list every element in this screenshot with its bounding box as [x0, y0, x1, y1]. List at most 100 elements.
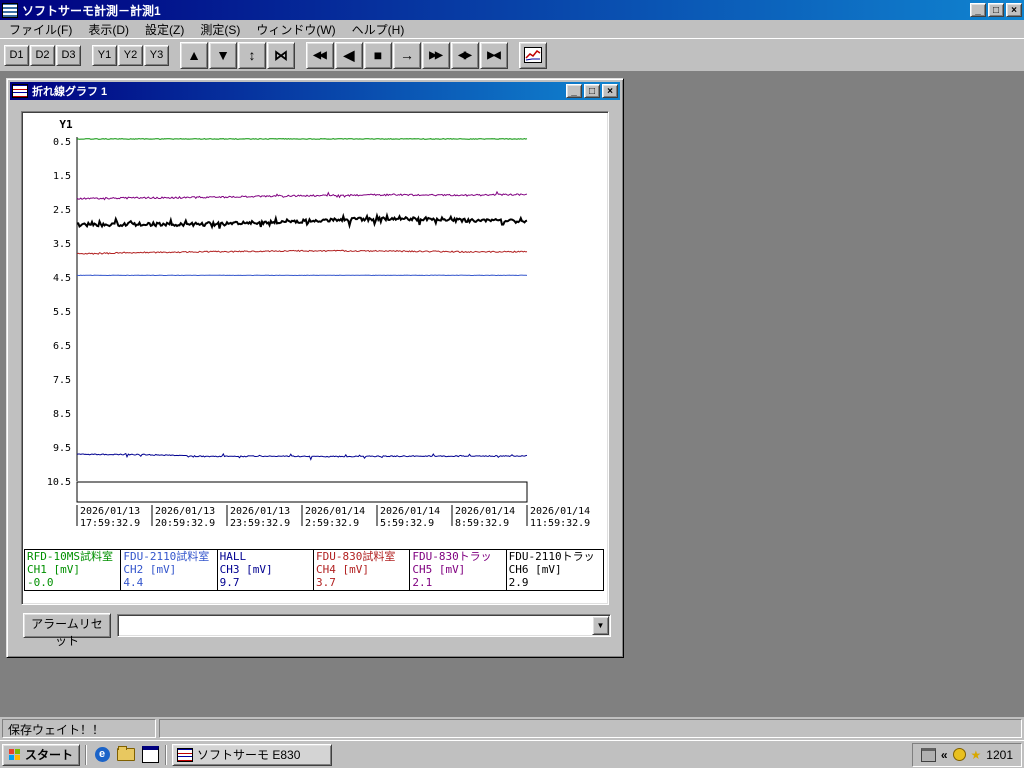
taskbar-app-button[interactable]: ソフトサーモ E830 — [172, 743, 333, 766]
svg-text:8.5: 8.5 — [53, 409, 71, 420]
menu-item-view[interactable]: 表示(D) — [80, 20, 137, 39]
svg-text:2026/01/14: 2026/01/14 — [455, 506, 515, 517]
taskbar-divider-2 — [165, 744, 168, 765]
menu-item-file[interactable]: ファイル(F) — [1, 20, 80, 39]
svg-text:6.5: 6.5 — [53, 341, 71, 352]
svg-text:1.5: 1.5 — [53, 171, 71, 182]
svg-text:10.5: 10.5 — [47, 477, 71, 488]
legend-ch2: FDU-2110試料室 CH2 [mV] 4.4 — [121, 550, 218, 590]
legend-ch1: RFD-10MS試料室 CH1 [mV] -0.0 — [25, 550, 122, 590]
toolbar-compress-x[interactable]: ▶◀ — [480, 41, 508, 69]
toolbar-d1[interactable]: D1 — [4, 44, 29, 66]
svg-text:20:59:32.9: 20:59:32.9 — [155, 518, 215, 529]
graph-window-content: Y1 0.5 1.5 2.5 3.5 4.5 5.5 6.5 7.5 8.5 9.5 10.5 2026… — [9, 101, 621, 653]
legend-ch5: FDU-830トラッ CH5 [mV] 2.1 — [410, 550, 507, 590]
toolbar-d2[interactable]: D2 — [30, 44, 55, 66]
system-tray: « ★ 1201 — [911, 742, 1022, 767]
toolbar-scroll-up[interactable]: ▲ — [180, 41, 208, 69]
toolbar-compress-y[interactable]: ⋈ — [267, 41, 295, 69]
toolbar: D1 D2 D3 Y1 Y2 Y3 ▲ ▼ ↕ ⋈ ◀◀ ◀ ■ → ▶▶ ◀▶ ▶◀ — [0, 38, 1024, 71]
status-bar: 保存ウェイト！！ — [0, 717, 1024, 740]
svg-text:2026/01/14: 2026/01/14 — [305, 506, 365, 517]
taskbar: スタート e ソフトサーモ E830 « ★ 1201 — [0, 740, 1024, 768]
legend-ch3: HALL CH3 [mV] 9.7 — [218, 550, 314, 590]
svg-text:11:59:32.9: 11:59:32.9 — [530, 518, 590, 529]
svg-text:7.5: 7.5 — [53, 375, 71, 386]
main-title-bar: ソフトサーモ計測－計測1 _ □ × — [0, 0, 1024, 20]
chart-legend: RFD-10MS試料室 CH1 [mV] -0.0 FDU-2110試料室 CH2 [m… — [24, 549, 604, 591]
tray-star-icon[interactable]: ★ — [971, 749, 982, 761]
graph-minimize-button[interactable]: _ — [566, 84, 582, 98]
svg-text:2.5: 2.5 — [53, 205, 71, 216]
graph-maximize-button[interactable]: □ — [584, 84, 600, 98]
minimize-button[interactable]: _ — [970, 3, 986, 17]
toolbar-play-forward[interactable]: → — [393, 41, 421, 69]
menu-bar: ファイル(F) 表示(D) 設定(Z) 測定(S) ウィンドウ(W) ヘルプ(H) — [0, 20, 1024, 38]
chart-panel: Y1 0.5 1.5 2.5 3.5 4.5 5.5 6.5 7.5 8.5 9.5 10.5 2026… — [21, 111, 609, 605]
graph-window-title: 折れ線グラフ 1 — [32, 86, 108, 98]
task-app-label: ソフトサーモ E830 — [197, 748, 301, 762]
graph-close-button[interactable]: × — [602, 84, 618, 98]
toolbar-fast-rewind[interactable]: ◀◀ — [306, 41, 334, 69]
app-icon — [2, 2, 18, 18]
combo-dropdown-button[interactable]: ▼ — [592, 616, 609, 635]
svg-text:3.5: 3.5 — [53, 239, 71, 250]
svg-text:17:59:32.9: 17:59:32.9 — [80, 518, 140, 529]
menu-item-settings[interactable]: 設定(Z) — [137, 20, 192, 39]
toolbar-step-back[interactable]: ◀ — [335, 41, 363, 69]
toolbar-graph-window-button[interactable] — [519, 41, 547, 69]
svg-text:2026/01/13: 2026/01/13 — [80, 506, 140, 517]
tray-volume-icon[interactable] — [952, 748, 966, 761]
internet-explorer-icon[interactable]: e — [92, 745, 112, 765]
alarm-reset-button[interactable]: アラームリセット — [23, 613, 111, 648]
svg-text:2026/01/14: 2026/01/14 — [380, 506, 440, 517]
folder-icon[interactable] — [116, 745, 136, 765]
toolbar-y3[interactable]: Y3 — [144, 44, 169, 66]
menu-item-window[interactable]: ウィンドウ(W) — [248, 20, 343, 39]
svg-text:Y1: Y1 — [59, 118, 73, 131]
status-spare — [159, 719, 1022, 738]
svg-text:0.5: 0.5 — [53, 137, 71, 148]
svg-text:9.5: 9.5 — [53, 443, 71, 454]
toolbar-fast-forward[interactable]: ▶▶ — [422, 41, 450, 69]
svg-text:5.5: 5.5 — [53, 307, 71, 318]
maximize-button[interactable]: □ — [988, 3, 1004, 17]
legend-ch4: FDU-830試料室 CH4 [mV] 3.7 — [314, 550, 411, 590]
status-message: 保存ウェイト！！ — [2, 719, 156, 738]
toolbar-y1[interactable]: Y1 — [92, 44, 117, 66]
quick-launch: e — [92, 745, 160, 765]
combo-value — [118, 615, 591, 636]
menu-item-help[interactable]: ヘルプ(H) — [344, 20, 413, 39]
svg-text:5:59:32.9: 5:59:32.9 — [380, 518, 434, 529]
alarm-combobox[interactable]: ▼ — [117, 614, 611, 637]
menu-item-measure[interactable]: 測定(S) — [192, 20, 248, 39]
toolbar-expand-x[interactable]: ◀▶ — [451, 41, 479, 69]
window-title: ソフトサーモ計測－計測1 — [22, 3, 161, 18]
svg-text:8:59:32.9: 8:59:32.9 — [455, 518, 509, 529]
graph-window-icon — [12, 84, 28, 98]
legend-ch6: FDU-2110トラッ CH6 [mV] 2.9 — [508, 550, 595, 589]
tray-chevron-icon[interactable]: « — [941, 749, 948, 761]
show-desktop-icon[interactable] — [140, 745, 160, 765]
toolbar-stop[interactable]: ■ — [364, 41, 392, 69]
taskbar-divider — [85, 744, 88, 765]
line-chart: Y1 0.5 1.5 2.5 3.5 4.5 5.5 6.5 7.5 8.5 9.5 10.5 2026… — [47, 118, 590, 529]
svg-text:2026/01/14: 2026/01/14 — [530, 506, 590, 517]
windows-logo-icon — [9, 748, 21, 761]
toolbar-scroll-down[interactable]: ▼ — [209, 41, 237, 69]
svg-text:2026/01/13: 2026/01/13 — [155, 506, 215, 517]
svg-text:2:59:32.9: 2:59:32.9 — [305, 518, 359, 529]
mdi-area: 折れ線グラフ 1 _ □ × Y1 0.5 1.5 2.5 3.5 4.5 5.5 6.5 7.… — [0, 71, 1024, 717]
close-button[interactable]: × — [1006, 3, 1022, 17]
start-button[interactable]: スタート — [2, 743, 81, 766]
tray-device-icon[interactable] — [920, 747, 936, 762]
toolbar-expand-y[interactable]: ↕ — [238, 41, 266, 69]
task-app-icon — [177, 747, 194, 762]
toolbar-y2[interactable]: Y2 — [118, 44, 143, 66]
svg-text:2026/01/13: 2026/01/13 — [230, 506, 290, 517]
svg-text:23:59:32.9: 23:59:32.9 — [230, 518, 290, 529]
line-graph-icon — [524, 47, 542, 63]
toolbar-d3[interactable]: D3 — [56, 44, 81, 66]
graph-window-title-bar[interactable]: 折れ線グラフ 1 _ □ × — [10, 82, 620, 100]
clock: 1201 — [986, 747, 1013, 762]
